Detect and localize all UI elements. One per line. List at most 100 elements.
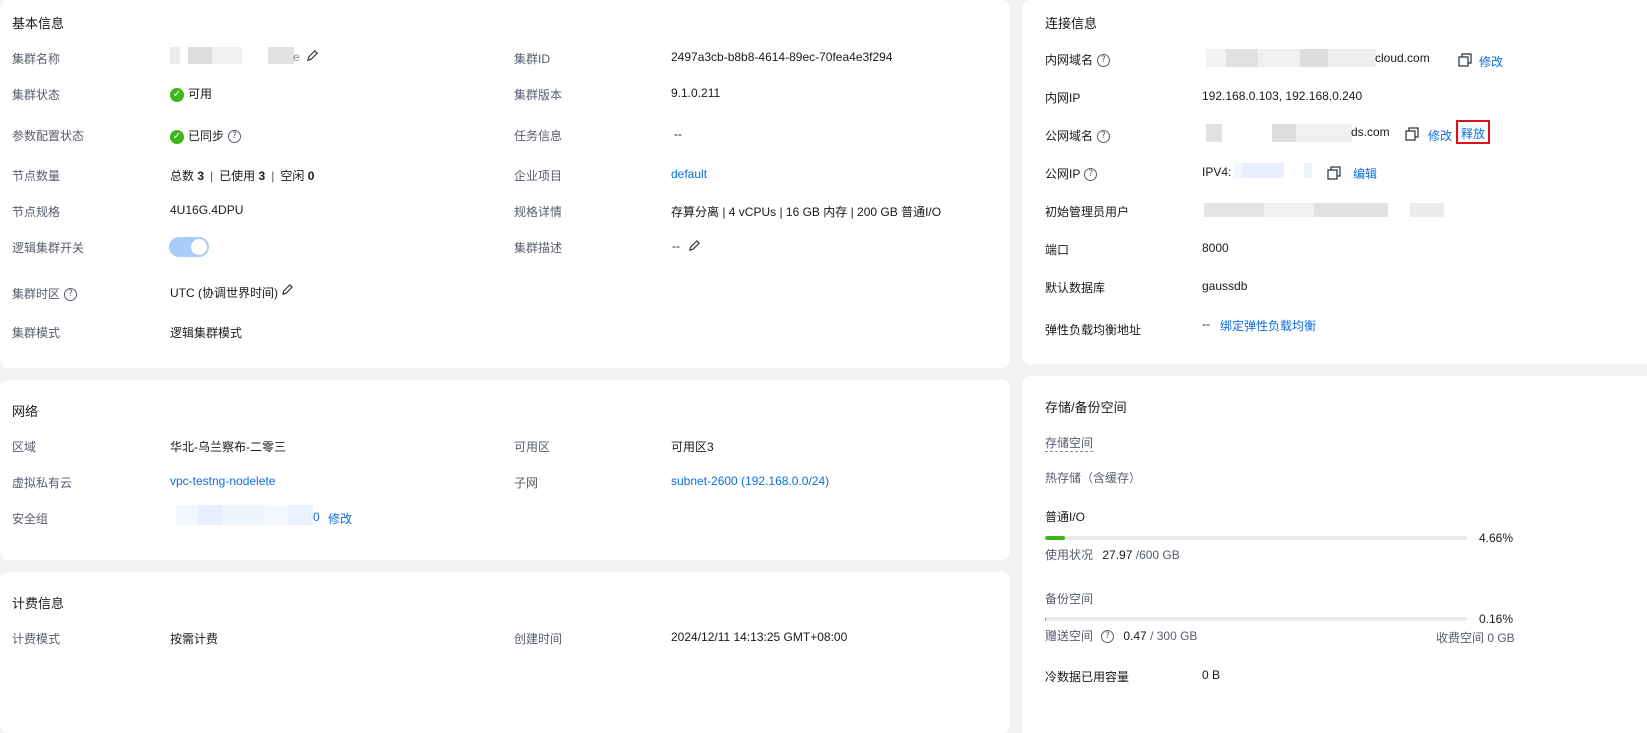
cluster-id-value: 2497a3cb-b8b8-4614-89ec-70fea4e3f294	[671, 50, 893, 64]
cluster-id-label: 集群ID	[514, 52, 551, 66]
vpc-label: 虚拟私有云	[12, 476, 73, 490]
security-group-suffix[interactable]: 0	[313, 510, 320, 524]
backup-progress-fill	[1045, 617, 1047, 621]
node-used: 3	[258, 169, 266, 183]
edit-timezone-icon[interactable]	[281, 283, 294, 299]
vpc-link[interactable]: vpc-testng-nodelete	[170, 474, 275, 488]
copy-private-domain-icon[interactable]	[1458, 53, 1472, 70]
public-domain-redacted	[1206, 124, 1352, 142]
admin-user-redacted	[1204, 203, 1444, 217]
storage-space-label[interactable]: 存储空间	[1045, 434, 1094, 452]
security-group-redacted	[176, 505, 313, 525]
private-domain-suffix: cloud.com	[1375, 51, 1430, 65]
private-domain-redacted	[1206, 49, 1376, 67]
security-group-modify-link[interactable]: 修改	[328, 510, 352, 527]
edit-cluster-name-icon[interactable]	[306, 49, 319, 65]
port-value: 8000	[1202, 241, 1229, 255]
created-time-label: 创建时间	[514, 632, 563, 646]
cold-data-label: 冷数据已用容量	[1045, 670, 1130, 684]
spec-detail-label: 规格详情	[514, 205, 563, 219]
logical-switch-label: 逻辑集群开关	[12, 241, 85, 255]
az-value: 可用区3	[671, 440, 714, 454]
admin-user-label: 初始管理员用户	[1045, 205, 1130, 219]
node-count-value: 总数 3 | 已使用 3 | 空闲 0	[170, 169, 315, 183]
cluster-name-suffix: e	[293, 50, 300, 64]
help-icon[interactable]: ?	[1101, 630, 1115, 644]
help-icon[interactable]: ?	[64, 288, 78, 302]
copy-public-ip-icon[interactable]	[1327, 166, 1341, 183]
public-ip-label-text: 公网IP	[1045, 167, 1081, 181]
public-ip-label: 公网IP?	[1045, 165, 1098, 182]
cluster-name-redacted	[170, 47, 294, 64]
cluster-name-label: 集群名称	[12, 52, 61, 66]
copy-public-domain-icon[interactable]	[1405, 127, 1419, 144]
basic-info-card: 基本信息 集群名称 e 集群状态 ✓ 可用 参数配置状态 ✓ 已同步? 节点数量 总…	[0, 0, 1010, 368]
task-label: 任务信息	[514, 129, 563, 143]
region-value: 华北-乌兰察布-二零三	[170, 440, 286, 454]
private-domain-label: 内网域名?	[1045, 51, 1111, 68]
usage-used: 27.97	[1102, 548, 1133, 562]
billing-title: 计费信息	[12, 596, 65, 611]
node-idle: 0	[307, 169, 315, 183]
cluster-status: ✓ 可用	[170, 85, 212, 102]
billing-card: 计费信息 计费模式 按需计费 创建时间 2024/12/11 14:13:25 …	[0, 572, 1010, 733]
public-domain-label: 公网域名?	[1045, 127, 1111, 144]
security-group-label: 安全组	[12, 512, 49, 526]
version-label: 集群版本	[514, 88, 563, 102]
created-time-value: 2024/12/11 14:13:25 GMT+08:00	[671, 630, 848, 644]
help-icon[interactable]: ?	[228, 130, 242, 144]
help-icon[interactable]: ?	[1097, 130, 1111, 144]
default-db-value: gaussdb	[1202, 279, 1248, 293]
normal-io-progress-fill	[1045, 536, 1065, 540]
timezone-label: 集群时区?	[12, 285, 78, 302]
basic-info-title: 基本信息	[12, 16, 65, 31]
cluster-status-value: 可用	[188, 87, 213, 101]
public-domain-release-link[interactable]: 释放	[1456, 120, 1490, 144]
billing-mode-label: 计费模式	[12, 632, 61, 646]
port-label: 端口	[1045, 243, 1070, 257]
normal-io-progress-track	[1045, 536, 1467, 540]
public-domain-suffix: ds.com	[1351, 125, 1390, 139]
gift-label: 赠送空间	[1045, 629, 1094, 643]
param-status-label: 参数配置状态	[12, 129, 85, 143]
enterprise-project-link[interactable]: default	[671, 167, 707, 181]
private-ip-value: 192.168.0.103, 192.168.0.240	[1202, 89, 1363, 103]
success-check-icon: ✓	[170, 87, 184, 102]
node-used-label: 已使用	[219, 169, 256, 183]
cluster-mode-value: 逻辑集群模式	[170, 326, 243, 340]
billing-mode-value: 按需计费	[170, 632, 219, 646]
connection-card: 连接信息 内网域名? cloud.com 修改 内网IP 192.168.0.1…	[1022, 0, 1647, 364]
success-check-icon: ✓	[170, 129, 184, 144]
public-domain-label-text: 公网域名	[1045, 129, 1094, 143]
charged-space: 收费空间 0 GB	[1436, 631, 1515, 645]
node-spec-label: 节点规格	[12, 205, 61, 219]
description-label: 集群描述	[514, 241, 563, 255]
normal-io-label: 普通I/O	[1045, 510, 1086, 524]
bind-elb-link[interactable]: 绑定弹性负载均衡	[1220, 317, 1316, 334]
cluster-status-label: 集群状态	[12, 88, 61, 102]
default-db-label: 默认数据库	[1045, 281, 1106, 295]
private-domain-label-text: 内网域名	[1045, 53, 1094, 67]
cold-data-value: 0 B	[1202, 668, 1221, 682]
public-ip-edit-link[interactable]: 编辑	[1353, 165, 1377, 182]
backup-label: 备份空间	[1045, 592, 1094, 606]
elb-label: 弹性负载均衡地址	[1045, 323, 1142, 337]
public-ip-prefix: IPV4:	[1202, 165, 1232, 179]
edit-description-icon[interactable]	[688, 239, 701, 255]
toggle-knob	[191, 239, 207, 255]
subnet-link[interactable]: subnet-2600 (192.168.0.0/24)	[671, 474, 829, 488]
private-domain-modify-link[interactable]: 修改	[1479, 53, 1503, 70]
elb-value: --	[1202, 317, 1210, 331]
backup-progress-track	[1045, 617, 1467, 621]
public-domain-modify-link[interactable]: 修改	[1428, 127, 1452, 144]
region-label: 区域	[12, 440, 37, 454]
az-label: 可用区	[514, 440, 551, 454]
help-icon[interactable]: ?	[1097, 54, 1111, 68]
task-value: --	[674, 127, 682, 141]
help-icon[interactable]: ?	[1084, 168, 1098, 182]
gift-total: / 300 GB	[1150, 629, 1198, 643]
storage-card: 存储/备份空间 存储空间 热存储（含缓存） 普通I/O 4.66% 使用状况 2…	[1022, 376, 1647, 733]
param-status: ✓ 已同步?	[170, 127, 242, 144]
logical-cluster-toggle[interactable]	[169, 237, 209, 257]
node-total: 3	[197, 169, 205, 183]
